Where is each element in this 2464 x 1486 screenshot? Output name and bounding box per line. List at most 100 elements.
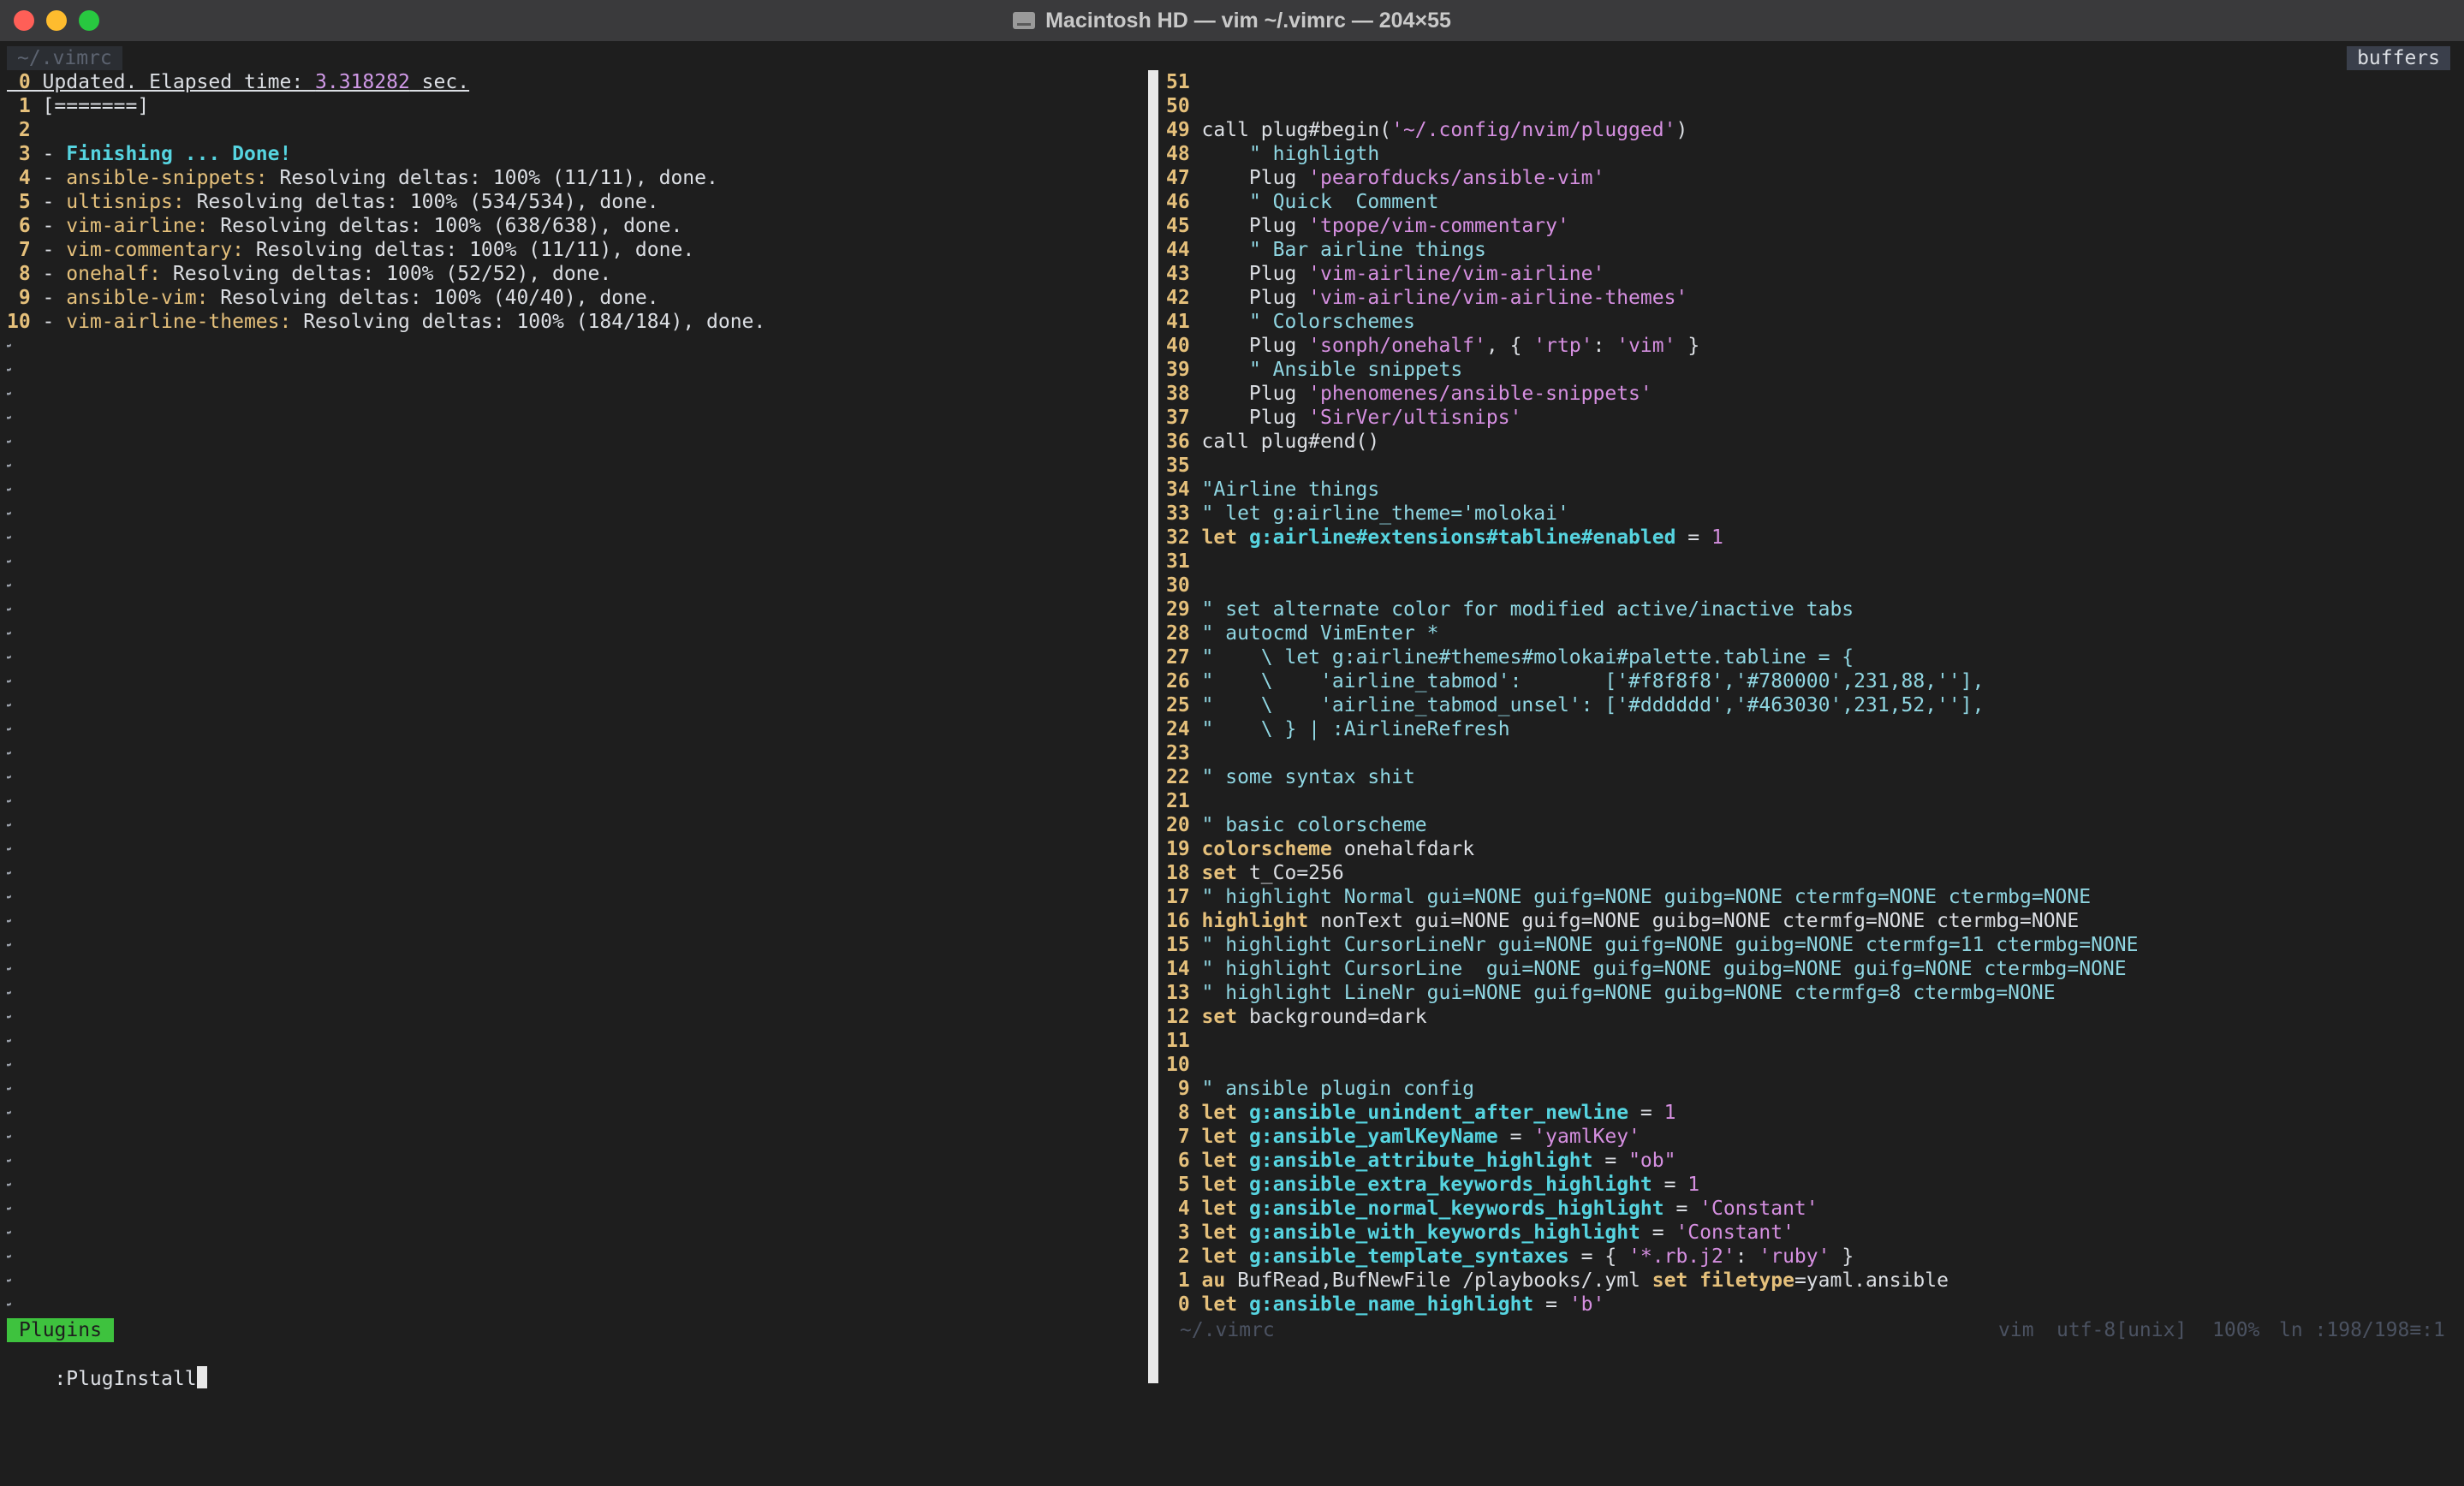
code-text: = — [1663, 1198, 1700, 1220]
code-line: 44 " Bar airline things — [1166, 238, 2459, 262]
code-line: 39 " Ansible snippets — [1166, 358, 2459, 382]
tilde-marker: ~ — [7, 838, 12, 860]
output-line: 0 Updated. Elapsed time: 3.318282 sec. — [7, 70, 1146, 94]
terminal-area[interactable]: ~/.vimrc buffers 0 Updated. Elapsed time… — [0, 41, 2464, 1390]
code-text: Plug — [1201, 215, 1309, 237]
list-dash: - — [42, 263, 67, 285]
tilde-marker: ~ — [7, 982, 12, 1004]
empty-line: ~ — [7, 1149, 1146, 1173]
statusline-filetype: vim — [1998, 1319, 2034, 1341]
tilde-marker: ~ — [7, 766, 12, 788]
line-number: 41 — [1166, 311, 1202, 333]
code-line: 26 " \ 'airline_tabmod': ['#f8f8f8','#78… — [1166, 669, 2459, 693]
line-number: 17 — [1166, 886, 1202, 908]
code-line: 6 let g:ansible_attribute_highlight = "o… — [1166, 1149, 2459, 1173]
code-line: 9 " ansible plugin config — [1166, 1077, 2459, 1101]
empty-line: ~ — [7, 1173, 1146, 1197]
tilde-marker: ~ — [7, 407, 12, 429]
code-line: 16 highlight nonText gui=NONE guifg=NONE… — [1166, 909, 2459, 933]
code-line: 5 let g:ansible_extra_keywords_highlight… — [1166, 1173, 2459, 1197]
variable-name: g:ansible_unindent_after_newline — [1248, 1102, 1629, 1124]
statusline-position: ln :198/198≡:1 — [2279, 1319, 2445, 1341]
code-line: 0 let g:ansible_name_highlight = 'b' — [1166, 1293, 2459, 1317]
string-literal: 'yamlKey' — [1533, 1126, 1640, 1148]
empty-line: ~ — [7, 717, 1146, 741]
code-line: 27 " \ let g:airline#themes#molokai#pale… — [1166, 645, 2459, 669]
tilde-marker: ~ — [7, 1102, 12, 1124]
code-comment: " \ } | :AirlineRefresh — [1201, 718, 1510, 740]
tilde-marker: ~ — [7, 383, 12, 405]
code-line: 37 Plug 'SirVer/ultisnips' — [1166, 406, 2459, 430]
tilde-marker: ~ — [7, 431, 12, 453]
line-number: 8 — [1166, 1102, 1202, 1124]
tilde-marker: ~ — [7, 526, 12, 549]
code-line: 48 " highligth — [1166, 142, 2459, 166]
string-literal: 'tpope/vim-commentary' — [1308, 215, 1569, 237]
empty-line: ~ — [7, 1077, 1146, 1101]
code-line: 43 Plug 'vim-airline/vim-airline' — [1166, 262, 2459, 286]
plugin-install-pane[interactable]: 0 Updated. Elapsed time: 3.318282 sec. 1… — [7, 70, 1146, 1340]
empty-line: ~ — [7, 957, 1146, 981]
variable-name: g:ansible_name_highlight — [1248, 1293, 1534, 1316]
tilde-marker: ~ — [7, 958, 12, 980]
code-comment: " autocmd VimEnter * — [1201, 622, 1439, 645]
number-literal: 1 — [1687, 1174, 1700, 1196]
code-line: 1 au BufRead,BufNewFile /playbooks/.yml … — [1166, 1269, 2459, 1293]
output-line: 8 - onehalf: Resolving deltas: 100% (52/… — [7, 262, 1146, 286]
line-number: 23 — [1166, 742, 1202, 764]
code-line: 45 Plug 'tpope/vim-commentary' — [1166, 214, 2459, 238]
code-line: 18 set t_Co=256 — [1166, 861, 2459, 885]
keyword: set — [1652, 1269, 1688, 1292]
output-line: 2 — [7, 118, 1146, 142]
list-dash: - — [42, 239, 67, 261]
string-literal: "ob" — [1628, 1150, 1676, 1172]
plugin-status: Resolving deltas: 100% (11/11), done. — [267, 167, 718, 189]
keyword: let — [1201, 1174, 1249, 1196]
line-number: 19 — [1166, 838, 1202, 860]
line-number: 7 — [7, 239, 43, 261]
line-number: 26 — [1166, 670, 1202, 692]
string-literal: 'vim-airline/vim-airline' — [1308, 263, 1605, 285]
code-comment: " set alternate color for modified activ… — [1201, 598, 1854, 621]
empty-line: ~ — [7, 358, 1146, 382]
code-text: Plug — [1201, 287, 1309, 309]
vimrc-editor-pane[interactable]: 51 50 49 call plug#begin('~/.config/nvim… — [1166, 70, 2459, 1340]
line-number: 40 — [1166, 335, 1202, 357]
tilde-marker: ~ — [7, 1198, 12, 1220]
code-line: 36 call plug#end() — [1166, 430, 2459, 454]
line-number: 16 — [1166, 910, 1202, 932]
list-dash: - — [42, 311, 67, 333]
keyword: let — [1201, 1126, 1249, 1148]
list-dash: - — [42, 215, 67, 237]
tilde-marker: ~ — [7, 1174, 12, 1196]
string-literal: '~/.config/nvim/plugged' — [1391, 119, 1676, 141]
code-text: nonText gui=NONE guifg=NONE guibg=NONE c… — [1308, 910, 2080, 932]
tilde-marker: ~ — [7, 1126, 12, 1148]
line-number: 20 — [1166, 814, 1202, 836]
tilde-marker: ~ — [7, 1078, 12, 1100]
plugin-status: Resolving deltas: 100% (52/52), done. — [161, 263, 612, 285]
line-number: 37 — [1166, 407, 1202, 429]
tab-vimrc[interactable]: ~/.vimrc — [7, 46, 122, 70]
statusline-mode: Plugins — [7, 1318, 114, 1342]
line-number: 10 — [7, 311, 43, 333]
output-line: 6 - vim-airline: Resolving deltas: 100% … — [7, 214, 1146, 238]
line-number: 32 — [1166, 526, 1202, 549]
keyword: let — [1201, 1102, 1249, 1124]
line-number: 2 — [7, 119, 43, 141]
string-literal: 'rtp' — [1533, 335, 1593, 357]
code-text: = — [1675, 526, 1711, 549]
keyword: let — [1201, 1221, 1249, 1244]
tilde-marker: ~ — [7, 694, 12, 716]
code-comment: " \ 'airline_tabmod_unsel': ['#dddddd','… — [1201, 694, 1985, 716]
line-number: 0 — [1166, 1293, 1202, 1316]
code-comment: " highlight CursorLineNr gui=NONE guifg=… — [1201, 934, 2139, 956]
command-line[interactable]: :PlugInstall — [7, 1342, 207, 1390]
vertical-split-divider[interactable] — [1148, 70, 1158, 1383]
code-line: 12 set background=dark — [1166, 1005, 2459, 1029]
tilde-marker: ~ — [7, 790, 12, 812]
keyword: let — [1201, 526, 1249, 549]
empty-line: ~ — [7, 382, 1146, 406]
code-text: = — [1652, 1174, 1688, 1196]
plugin-status: Resolving deltas: 100% (534/534), done. — [184, 191, 659, 213]
